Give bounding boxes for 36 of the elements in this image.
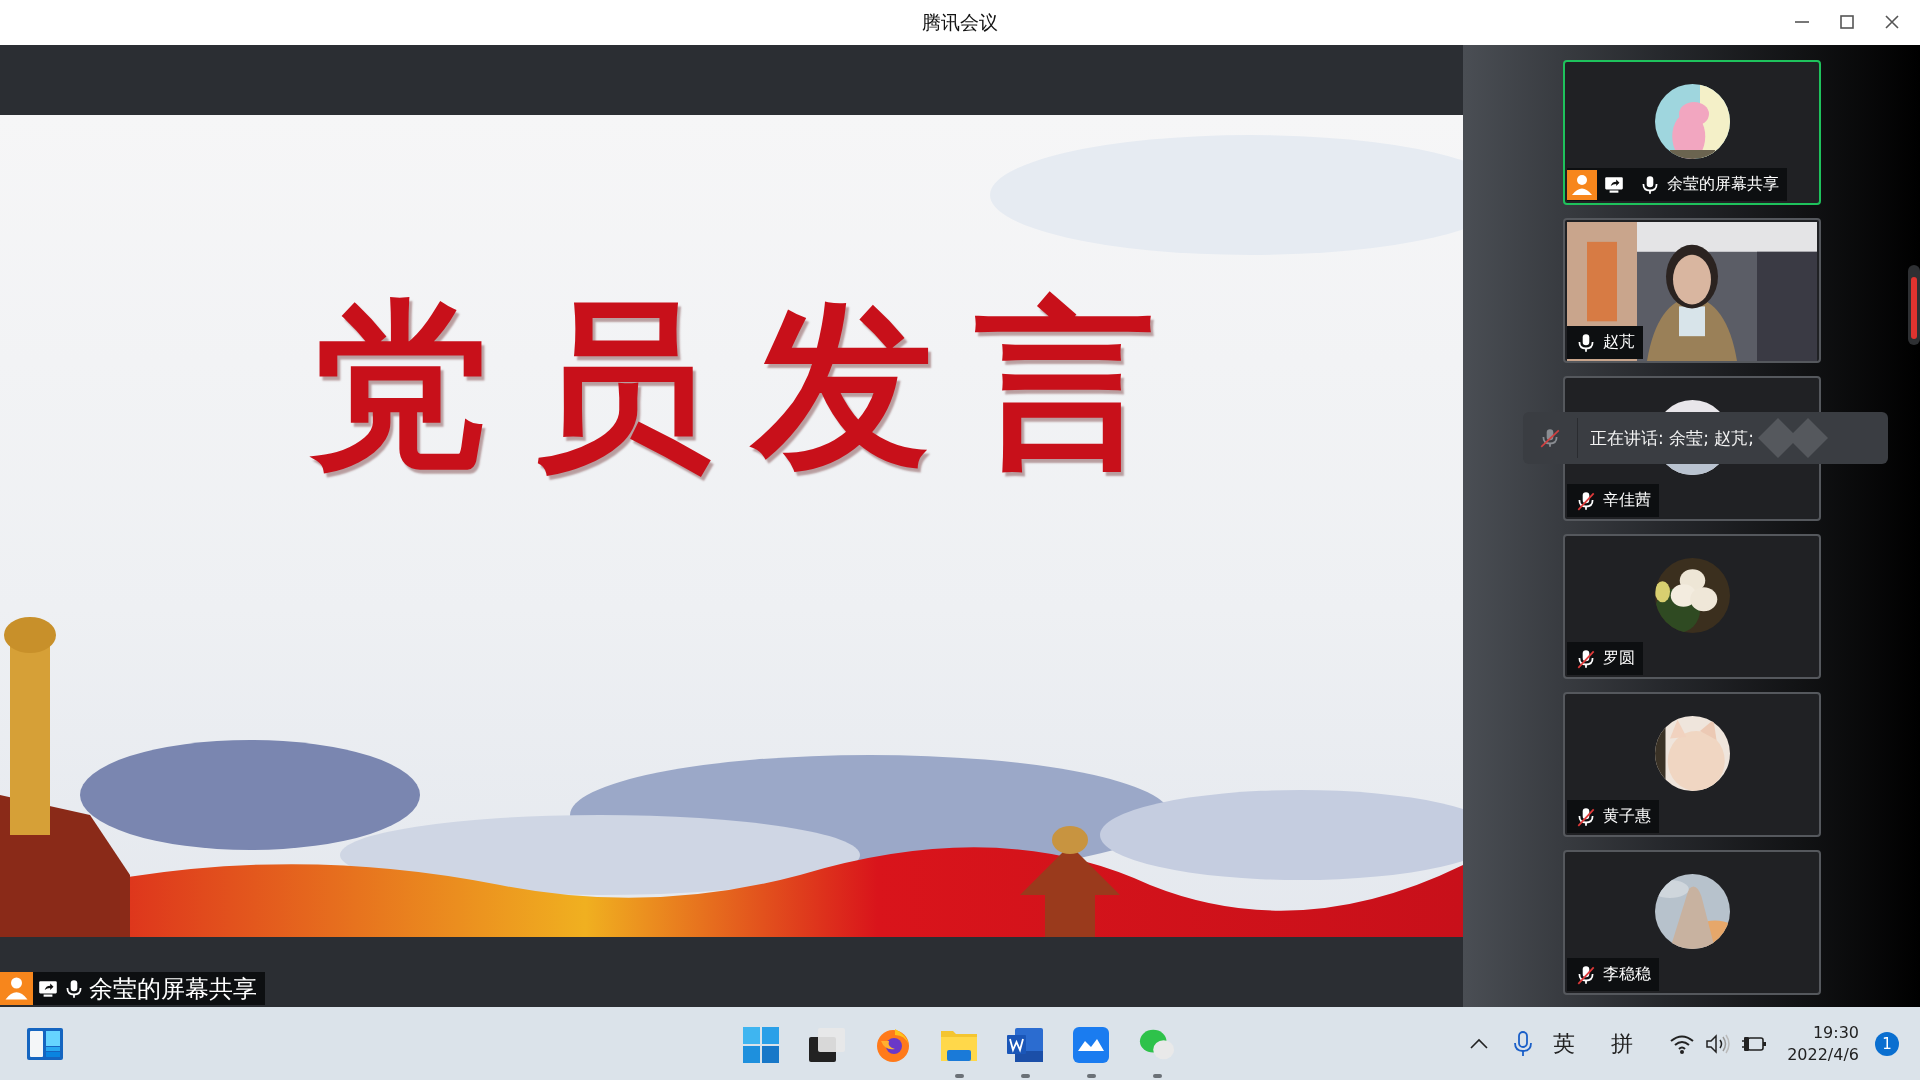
participant-tile[interactable]: 罗圆 [1563, 534, 1821, 679]
name-label: 余莹的屏幕共享 [1567, 168, 1787, 201]
share-label: 余莹的屏幕共享 [0, 972, 265, 1005]
clock-time[interactable]: 19:30 [1812, 1021, 1859, 1044]
input-language-indicator[interactable]: 英 [1553, 1028, 1576, 1059]
host-icon [0, 972, 33, 1005]
name-label: 罗圆 [1567, 642, 1643, 675]
slide-title: 党员发言 [307, 280, 1197, 490]
maximize-icon[interactable] [1839, 14, 1855, 30]
name-label: 赵芃 [1567, 326, 1643, 359]
chevron-up-icon[interactable] [1469, 1037, 1490, 1050]
microphone-icon[interactable] [1513, 1030, 1534, 1057]
name-label: 黄子惠 [1567, 800, 1659, 833]
close-icon[interactable] [1884, 14, 1900, 30]
speaking-toast: 正在讲话: 余莹; 赵芃; [1523, 412, 1888, 464]
speaker-icon[interactable] [1705, 1032, 1732, 1055]
host-icon [1567, 169, 1597, 200]
participant-tile[interactable]: 赵芃 [1563, 218, 1821, 363]
participant-tile[interactable]: 李稳稳 [1563, 850, 1821, 995]
browser-icon[interactable] [875, 1027, 911, 1063]
document-icon[interactable] [1007, 1027, 1043, 1063]
participant-tile[interactable]: 余莹的屏幕共享 [1563, 60, 1821, 205]
task-view-icon[interactable] [809, 1027, 845, 1063]
participant-tile[interactable]: 黄子惠 [1563, 692, 1821, 837]
clock-date[interactable]: 2022/4/6 [1787, 1043, 1859, 1066]
scroll-bar[interactable] [1908, 265, 1920, 345]
input-mode-indicator[interactable]: 拼 [1611, 1028, 1634, 1059]
name-label: 辛佳茜 [1567, 484, 1659, 517]
logo-icon [1758, 418, 1828, 458]
meeting-app-icon[interactable] [1073, 1027, 1109, 1063]
notification-badge[interactable]: 1 [1875, 1031, 1899, 1056]
microphone-icon[interactable] [1539, 427, 1561, 449]
widgets-icon[interactable] [27, 1027, 63, 1060]
name-label: 李稳稳 [1567, 958, 1659, 991]
window-title: 腾讯会议 [922, 9, 998, 35]
start-icon[interactable] [743, 1027, 779, 1063]
